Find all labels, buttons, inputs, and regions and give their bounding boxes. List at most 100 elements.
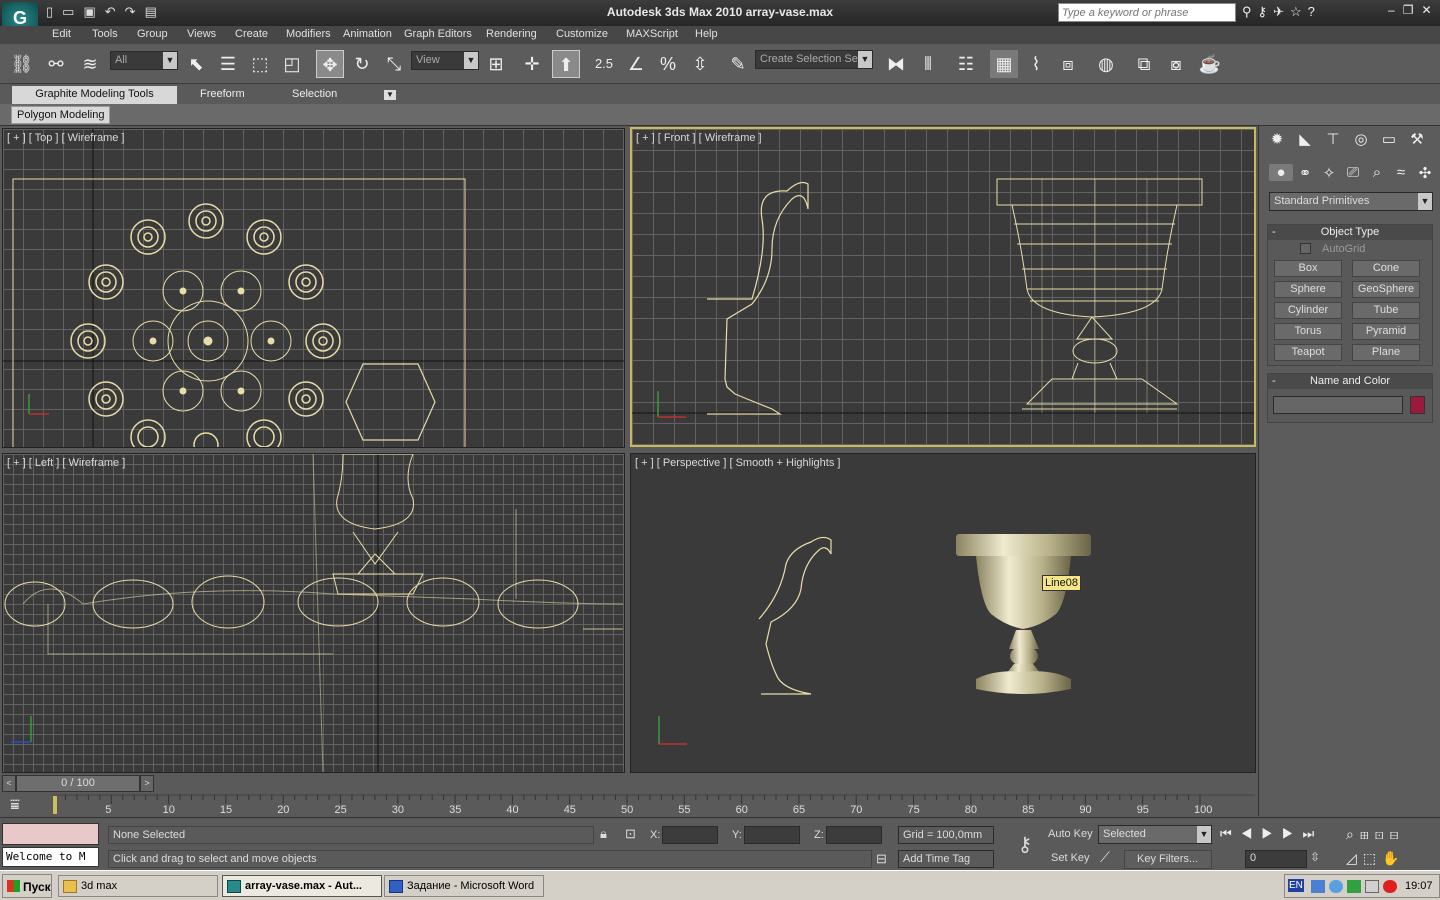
z-coordinate-field[interactable] bbox=[826, 826, 882, 844]
bind-space-warp-icon[interactable]: ≋ bbox=[76, 50, 104, 78]
menu-animation[interactable]: Animation bbox=[343, 28, 392, 40]
menu-views[interactable]: Views bbox=[187, 28, 216, 40]
tray-speaker-icon[interactable] bbox=[1365, 880, 1379, 893]
keyboard-shortcut-override-icon[interactable]: ⬆ bbox=[552, 50, 580, 78]
space-warps-icon[interactable]: ≈ bbox=[1389, 164, 1413, 181]
language-indicator[interactable]: EN bbox=[1288, 879, 1304, 892]
go-to-end-icon[interactable]: ⏭ bbox=[1303, 826, 1324, 841]
rectangular-selection-icon[interactable]: ⬚ bbox=[246, 50, 274, 78]
time-tag-icon[interactable]: ⊟ bbox=[876, 851, 887, 867]
mirror-icon[interactable]: ⧓ bbox=[882, 50, 910, 78]
spinner-snap-icon[interactable]: ⇳ bbox=[686, 50, 714, 78]
region-zoom-icon[interactable]: ⬚ bbox=[1363, 850, 1382, 866]
start-button[interactable]: Пуск bbox=[2, 874, 52, 898]
menu-edit[interactable]: Edit bbox=[52, 28, 71, 40]
cylinder-button[interactable]: Cylinder bbox=[1274, 302, 1342, 319]
tray-shield-icon[interactable] bbox=[1347, 880, 1361, 893]
modify-tab-icon[interactable]: ◣ bbox=[1293, 130, 1317, 148]
material-editor-icon[interactable]: ◍ bbox=[1092, 50, 1120, 78]
name-and-color-header[interactable]: - Name and Color bbox=[1268, 374, 1432, 389]
taskbar-item-3dsmax[interactable]: array-vase.max - Aut... bbox=[222, 875, 382, 897]
tray-network-icon[interactable] bbox=[1311, 880, 1325, 893]
render-production-icon[interactable]: ☕ bbox=[1196, 50, 1224, 78]
named-selection-sets-dropdown[interactable]: Create Selection Se ▼ bbox=[755, 50, 873, 69]
time-config-icon[interactable]: ⇳ bbox=[1310, 850, 1320, 864]
plane-button[interactable]: Plane bbox=[1352, 344, 1420, 361]
systems-icon[interactable]: ✣ bbox=[1413, 164, 1437, 182]
x-coordinate-field[interactable] bbox=[662, 826, 718, 844]
viewport-top[interactable]: [ + ] [ Top ] [ Wireframe ] bbox=[2, 128, 625, 448]
menu-modifiers[interactable]: Modifiers bbox=[286, 28, 331, 40]
angle-snap-icon[interactable]: ∠ bbox=[622, 50, 650, 78]
select-manipulate-icon[interactable]: ✛ bbox=[518, 50, 546, 78]
help-icon[interactable]: ? bbox=[1308, 4, 1321, 19]
auto-key-button[interactable]: Auto Key bbox=[1046, 826, 1096, 845]
menu-customize[interactable]: Customize bbox=[556, 28, 608, 40]
satellite-icon[interactable]: ✈ bbox=[1273, 4, 1290, 19]
box-button[interactable]: Box bbox=[1274, 260, 1342, 277]
select-object-icon[interactable]: ⬉ bbox=[182, 50, 210, 78]
trackbar[interactable]: 5 10 15 20 25 30 35 40 45 50 55 60 65 70 75 80 85 90 95 100 bbox=[52, 794, 1255, 816]
key-icon[interactable]: ⚷ bbox=[1258, 4, 1274, 19]
select-and-move-icon[interactable]: ✥ bbox=[316, 50, 344, 78]
percent-snap-icon[interactable]: % bbox=[654, 50, 682, 78]
zoom-icon[interactable]: ⌕ bbox=[1346, 826, 1360, 842]
go-to-start-icon[interactable]: ⏮ bbox=[1220, 826, 1241, 841]
viewport-label[interactable]: [ + ] [ Front ] [ Wireframe ] bbox=[636, 132, 762, 144]
current-frame-field[interactable]: 0 bbox=[1245, 850, 1307, 868]
viewport-label[interactable]: [ + ] [ Perspective ] [ Smooth + Highlig… bbox=[635, 457, 840, 469]
object-color-swatch[interactable] bbox=[1410, 396, 1425, 414]
menu-create[interactable]: Create bbox=[235, 28, 268, 40]
tray-opera-icon[interactable] bbox=[1383, 880, 1397, 893]
set-key-button[interactable]: Set Key bbox=[1048, 850, 1096, 869]
lock-icon[interactable]: 🔒︎ bbox=[600, 826, 607, 842]
field-of-view-icon[interactable]: ◿ bbox=[1346, 850, 1363, 866]
pyramid-button[interactable]: Pyramid bbox=[1352, 323, 1420, 340]
viewport-perspective[interactable]: [ + ] [ Perspective ] [ Smooth + Highlig… bbox=[630, 453, 1256, 773]
layer-manager-icon[interactable]: ☷ bbox=[952, 50, 980, 78]
torus-button[interactable]: Torus bbox=[1274, 323, 1342, 340]
menu-help[interactable]: Help bbox=[695, 28, 718, 40]
next-frame-icon[interactable]: ▶ bbox=[1282, 826, 1303, 841]
shapes-icon[interactable]: ⚭ bbox=[1293, 164, 1317, 182]
key-icon[interactable]: ⚷ bbox=[1006, 832, 1044, 862]
default-in-out-tangents-icon[interactable]: ⟋ bbox=[1100, 849, 1110, 866]
curve-editor-mini-icon[interactable]: ⩸ bbox=[10, 797, 20, 815]
select-and-rotate-icon[interactable]: ↻ bbox=[348, 50, 376, 78]
reference-coordinate-dropdown[interactable]: View ▼ bbox=[411, 51, 479, 70]
collapse-icon[interactable]: - bbox=[1272, 225, 1276, 240]
object-type-header[interactable]: - Object Type bbox=[1268, 225, 1432, 240]
snaps-toggle-icon[interactable]: 2.5 bbox=[590, 50, 618, 78]
schematic-view-icon[interactable]: ⧈ bbox=[1054, 50, 1082, 78]
geometry-icon[interactable]: ● bbox=[1269, 164, 1293, 181]
tab-freeform[interactable]: Freeform bbox=[192, 86, 253, 104]
binoculars-icon[interactable]: ⚲ bbox=[1242, 4, 1258, 19]
teapot-button[interactable]: Teapot bbox=[1274, 344, 1342, 361]
key-set-dropdown[interactable]: Selected ▼ bbox=[1098, 825, 1212, 844]
viewport-front[interactable]: [ + ] [ Front ] [ Wireframe ] bbox=[630, 127, 1256, 447]
taskbar-item-word[interactable]: Задание - Microsoft Word bbox=[384, 875, 544, 897]
zoom-all-icon[interactable]: ⊞ bbox=[1360, 826, 1375, 842]
tab-graphite-modeling-tools[interactable]: Graphite Modeling Tools bbox=[12, 86, 177, 104]
viewport-left[interactable]: [ + ] [ Left ] [ Wireframe ] bbox=[2, 453, 625, 773]
collapse-icon[interactable]: - bbox=[1272, 374, 1276, 389]
curve-editor-icon[interactable]: ⌇ bbox=[1022, 50, 1050, 78]
select-and-link-icon[interactable]: ⛓ bbox=[8, 50, 36, 78]
minimize-icon[interactable]: – bbox=[1388, 3, 1403, 17]
search-box[interactable] bbox=[1058, 3, 1236, 22]
cone-button[interactable]: Cone bbox=[1352, 260, 1420, 277]
select-and-scale-icon[interactable]: ⤡ bbox=[380, 50, 408, 78]
taskbar-item-folder[interactable]: 3d max bbox=[58, 875, 218, 897]
category-dropdown[interactable]: Standard Primitives ▼ bbox=[1269, 192, 1433, 211]
maxscript-mini-listener[interactable]: Welcome to M bbox=[2, 847, 99, 867]
autogrid-checkbox[interactable] bbox=[1300, 243, 1311, 254]
ribbon-options-icon[interactable]: ▼ bbox=[384, 90, 396, 100]
viewport-label[interactable]: [ + ] [ Left ] [ Wireframe ] bbox=[7, 457, 125, 469]
zoom-extents-all-icon[interactable]: ⊟ bbox=[1390, 826, 1405, 842]
cameras-icon[interactable]: ⎚ bbox=[1341, 164, 1365, 181]
window-crossing-icon[interactable]: ◰ bbox=[278, 50, 306, 78]
menu-group[interactable]: Group bbox=[137, 28, 168, 40]
render-setup-icon[interactable]: ⧉ bbox=[1130, 50, 1158, 78]
lights-icon[interactable]: ✧ bbox=[1317, 164, 1341, 182]
create-tab-icon[interactable]: ✹ bbox=[1265, 130, 1289, 148]
